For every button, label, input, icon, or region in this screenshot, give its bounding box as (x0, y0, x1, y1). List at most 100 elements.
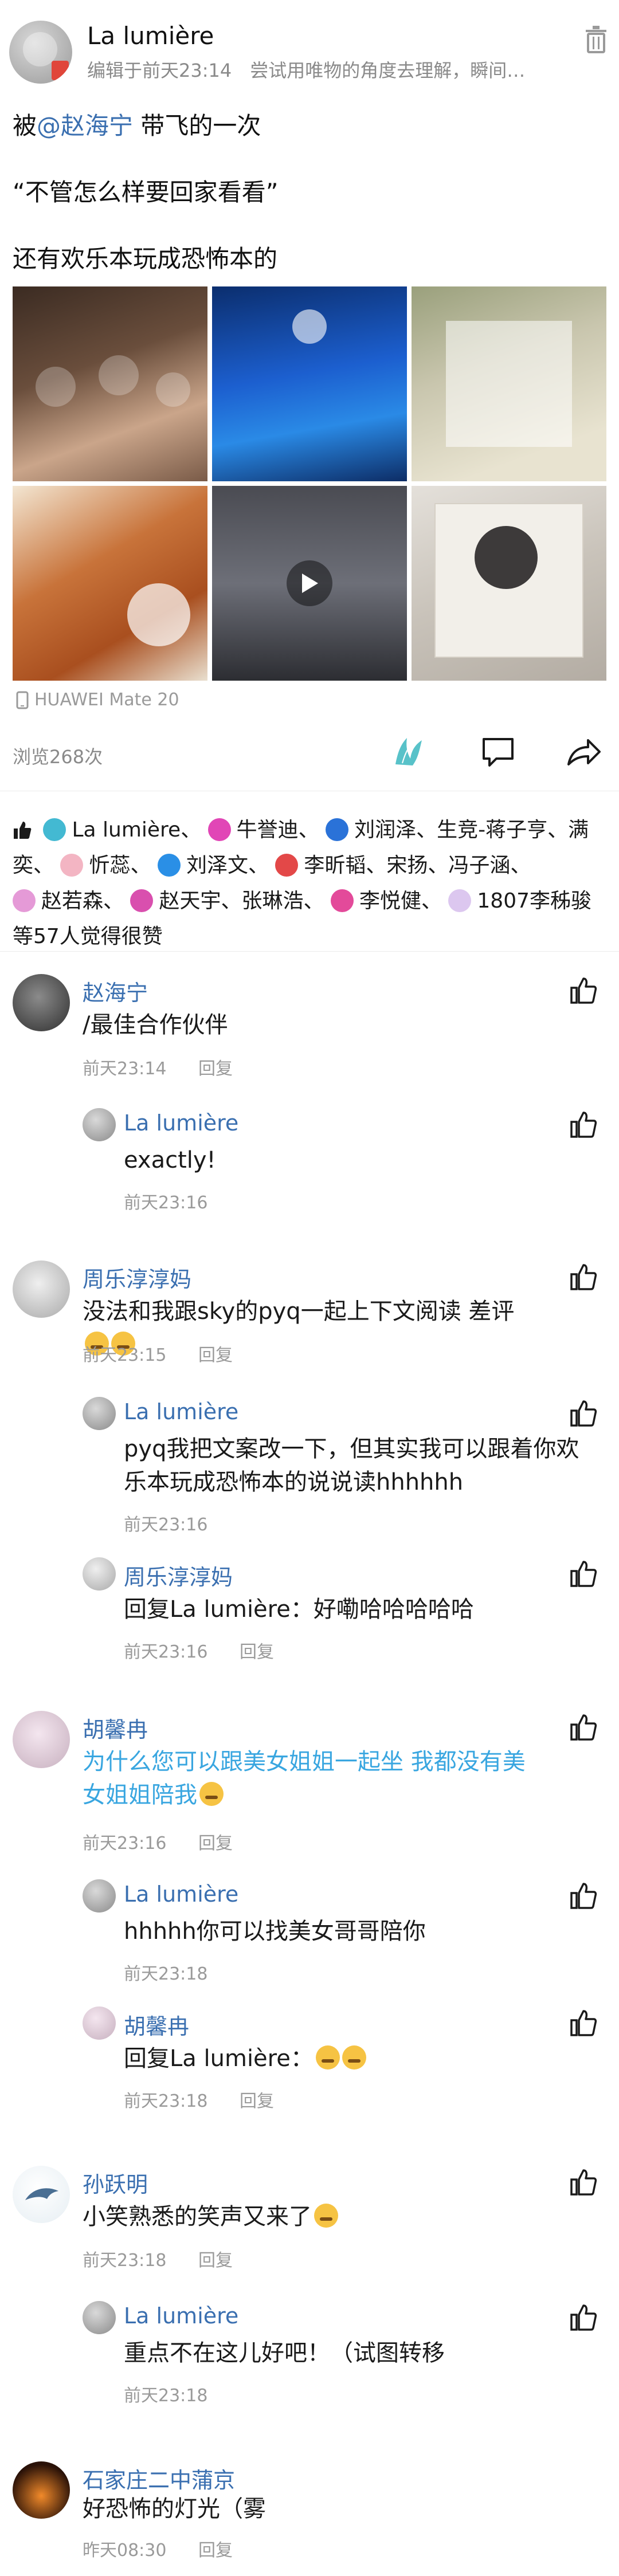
like-user[interactable]: 忻蕊、 (60, 854, 151, 877)
avatar[interactable] (83, 1397, 116, 1430)
author-avatar[interactable] (9, 21, 72, 84)
phone-icon (16, 691, 29, 709)
play-icon[interactable] (287, 560, 332, 606)
comment-author[interactable]: 周乐淳淳妈 (83, 1262, 191, 1293)
thumb-up-icon[interactable] (570, 1560, 598, 1588)
like-user-avatar (130, 889, 154, 912)
photo-6[interactable] (412, 486, 606, 681)
comment-text: 小笑熟悉的笑声又来了 (83, 2200, 338, 2233)
reply-button[interactable]: 回复 (198, 1054, 233, 1079)
photo-grid (13, 286, 606, 682)
comment-time: 前天23:18 (124, 2091, 208, 2111)
comment-text: exactly! (124, 1147, 216, 1173)
post-meta: 编辑于前天23:14 尝试用唯物的角度去理解，瞬间就... (87, 60, 528, 81)
comment-author[interactable]: 胡馨冉 (83, 1712, 148, 1743)
comment-icon[interactable] (479, 735, 517, 769)
photo-2[interactable] (212, 286, 407, 481)
comment-author[interactable]: 胡馨冉 (124, 2009, 189, 2040)
comment-time: 前天23:15 (83, 1345, 167, 1365)
like-user[interactable]: 牛誉迪、 (207, 818, 319, 842)
emoji-icon (315, 2045, 340, 2070)
photo-3[interactable] (412, 286, 606, 481)
like-user-avatar (330, 889, 354, 912)
avatar[interactable] (13, 2166, 70, 2223)
photo-5[interactable] (212, 486, 407, 681)
comment-author[interactable]: La lumière (124, 1399, 238, 1424)
thumb-up-icon (14, 822, 32, 839)
thumb-up-icon[interactable] (570, 1263, 598, 1291)
like-user[interactable]: La lumière、 (43, 818, 201, 842)
thumb-up-icon[interactable] (570, 2009, 598, 2037)
comment-author[interactable]: La lumière (124, 1882, 238, 1907)
avatar[interactable] (83, 1879, 116, 1913)
like-user[interactable]: 李悦健、 (330, 889, 442, 913)
comment-author[interactable]: La lumière (124, 2303, 238, 2328)
thumb-up-icon[interactable] (570, 2303, 598, 2332)
thumb-up-icon[interactable] (570, 1399, 598, 1428)
share-icon[interactable] (565, 735, 603, 769)
comment-author[interactable]: 孙跃明 (83, 2167, 148, 2198)
author-name[interactable]: La lumière (87, 22, 214, 50)
thumb-up-icon[interactable] (570, 1882, 598, 1910)
like-user[interactable]: 赵天宇、张琳浩、 (130, 889, 324, 913)
comment-author[interactable]: 石家庄二中蒲京 (83, 2463, 235, 2494)
photo-4[interactable] (13, 486, 207, 681)
comment-time: 前天23:18 (124, 2386, 208, 2406)
emoji-icon (314, 2204, 338, 2228)
comment-author[interactable]: 周乐淳淳妈 (124, 1560, 233, 1591)
photo-1[interactable] (13, 286, 207, 481)
comment-author[interactable]: La lumière (124, 1110, 238, 1136)
like-user-avatar (13, 889, 36, 912)
post-line-1: 被@赵海宁 带飞的一次 (13, 107, 261, 142)
post-line-2: “不管怎么样要回家看看” (13, 178, 279, 206)
avatar[interactable] (83, 2301, 116, 2334)
comment-time: 前天23:18 (83, 2251, 167, 2271)
comment-time: 昨天08:30 (83, 2540, 167, 2561)
mention-link[interactable]: @赵海宁 (37, 112, 133, 140)
avatar[interactable] (13, 2461, 70, 2519)
reply-button[interactable]: 回复 (198, 1341, 233, 1366)
thumb-up-icon[interactable] (570, 976, 598, 1005)
dolphin-icon (25, 2188, 58, 2200)
comment-text: hhhhh你可以找美女哥哥陪你 (124, 1918, 426, 1945)
thumb-up-icon[interactable] (570, 1110, 598, 1139)
avatar[interactable] (13, 974, 70, 1031)
avatar[interactable] (83, 1108, 116, 1141)
reply-button[interactable]: 回复 (240, 1638, 274, 1663)
like-user-avatar (448, 889, 472, 912)
reply-button[interactable]: 回复 (198, 2246, 233, 2271)
thumb-up-icon[interactable] (570, 1713, 598, 1742)
comment-time: 前天23:14 (83, 1059, 167, 1079)
comment-text: /最佳合作伙伴 (83, 1012, 228, 1038)
comment-text: 好恐怖的灯光（雾 (83, 2496, 266, 2522)
avatar[interactable] (13, 1260, 70, 1318)
emoji-icon (342, 2045, 366, 2070)
reply-button[interactable]: 回复 (198, 1829, 233, 1854)
like-user-avatar (157, 854, 181, 877)
thumb-up-icon[interactable] (570, 2168, 598, 2197)
avatar[interactable] (83, 2006, 116, 2040)
reply-button[interactable]: 回复 (240, 2087, 274, 2112)
likes-list: La lumière、 牛誉迪、 刘润泽、生竞-蒋子亨、满奕、 忻蕊、 刘泽文、… (13, 812, 609, 955)
view-count: 浏览268次 (13, 746, 103, 768)
like-user[interactable]: 赵若森、 (13, 889, 124, 913)
post-line-1-prefix: 被 (13, 112, 37, 140)
post-header: La lumière 编辑于前天23:14 尝试用唯物的角度去理解，瞬间就... (0, 0, 619, 92)
like-user[interactable] (326, 818, 354, 842)
avatar[interactable] (83, 1557, 116, 1591)
like-user[interactable]: 李昕韬、宋扬、冯子涵、 (275, 854, 531, 877)
comment-time: 前天23:16 (124, 1515, 208, 1535)
post-line-3: 还有欢乐本玩成恐怖本的 (13, 245, 278, 273)
like-user-avatar (275, 854, 299, 877)
device-label: HUAWEI Mate 20 (16, 690, 179, 710)
like-user-avatar (207, 818, 231, 841)
trash-icon[interactable] (583, 24, 609, 54)
reply-button[interactable]: 回复 (198, 2536, 233, 2561)
comment-text: 回复La lumière：好嘞哈哈哈哈哈 (124, 1596, 474, 1623)
like-user-avatar (60, 854, 84, 877)
avatar[interactable] (13, 1711, 70, 1768)
like-user[interactable]: 刘泽文、 (157, 854, 269, 877)
comment-author[interactable]: 赵海宁 (83, 975, 148, 1007)
device-name: HUAWEI Mate 20 (34, 690, 179, 710)
like-icon[interactable] (390, 735, 428, 769)
